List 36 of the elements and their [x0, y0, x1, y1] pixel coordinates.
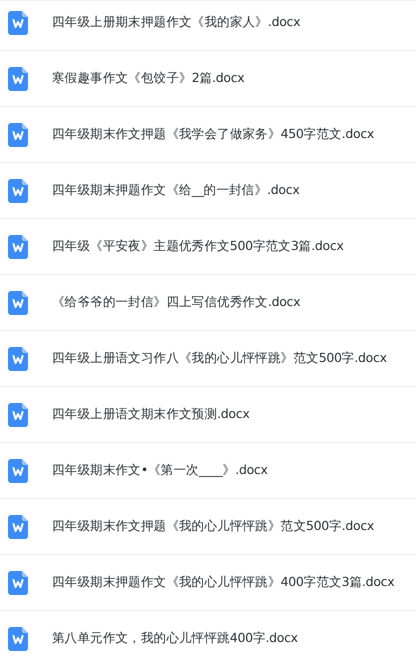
file-row[interactable]: 四年级上册语文习作八《我的心儿怦怦跳》范文500字.docx [0, 331, 416, 387]
word-document-icon [8, 514, 28, 538]
file-row[interactable]: 《给爷爷的一封信》四上写信优秀作文.docx [0, 275, 416, 331]
word-document-icon [8, 178, 28, 202]
word-document-icon [8, 66, 28, 90]
word-document-icon [8, 234, 28, 258]
word-document-icon [8, 626, 28, 650]
file-row[interactable]: 四年级期末作文•《第一次____》.docx [0, 443, 416, 499]
file-row[interactable]: 四年级期末作文押题《我的心儿怦怦跳》范文500字.docx [0, 499, 416, 555]
word-document-icon [8, 290, 28, 314]
file-row[interactable]: 四年级期末押题作文《给__的一封信》.docx [0, 163, 416, 219]
file-name: 四年级《平安夜》主题优秀作文500字范文3篇.docx [52, 237, 344, 256]
word-document-icon [8, 570, 28, 594]
file-row[interactable]: 四年级上册语文期末作文预测.docx [0, 387, 416, 443]
file-row[interactable]: 四年级上册期末押题作文《我的家人》.docx [0, 1, 416, 51]
file-name: 四年级上册语文期末作文预测.docx [52, 405, 250, 424]
file-name: 四年级期末押题作文《给__的一封信》.docx [52, 181, 300, 200]
file-name: 四年级期末作文押题《我的心儿怦怦跳》范文500字.docx [52, 517, 374, 536]
file-row[interactable]: 寒假趣事作文《包饺子》2篇.docx [0, 51, 416, 107]
file-name: 寒假趣事作文《包饺子》2篇.docx [52, 69, 244, 88]
file-row[interactable]: 四年级《平安夜》主题优秀作文500字范文3篇.docx [0, 219, 416, 275]
file-name: 第八单元作文，我的心儿怦怦跳400字.docx [52, 629, 298, 648]
file-row[interactable]: 四年级期末作文押题《我学会了做家务》450字范文.docx [0, 107, 416, 163]
word-document-icon [8, 458, 28, 482]
word-document-icon [8, 122, 28, 146]
word-document-icon [8, 402, 28, 426]
file-name: 四年级期末押题作文《我的心儿怦怦跳》400字范文3篇.docx [52, 573, 394, 592]
file-name: 四年级期末作文•《第一次____》.docx [52, 461, 268, 480]
word-document-icon [8, 346, 28, 370]
word-document-icon [8, 10, 28, 34]
file-row[interactable]: 第八单元作文，我的心儿怦怦跳400字.docx [0, 611, 416, 663]
file-name: 四年级期末作文押题《我学会了做家务》450字范文.docx [52, 125, 374, 144]
file-name: 《给爷爷的一封信》四上写信优秀作文.docx [52, 293, 300, 312]
file-name: 四年级上册语文习作八《我的心儿怦怦跳》范文500字.docx [52, 349, 387, 368]
file-name: 四年级上册期末押题作文《我的家人》.docx [52, 13, 300, 32]
file-row[interactable]: 四年级期末押题作文《我的心儿怦怦跳》400字范文3篇.docx [0, 555, 416, 611]
